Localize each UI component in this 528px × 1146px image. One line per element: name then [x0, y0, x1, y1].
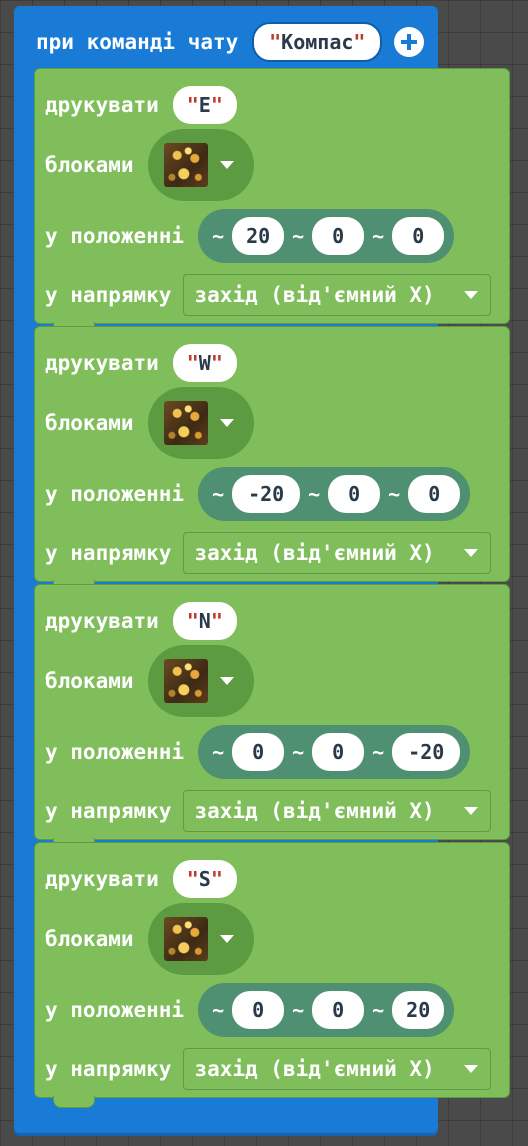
print-blocks-block[interactable]: друкувати " N " блоками у положенні ~ 0 ~ … — [34, 584, 510, 850]
direction-label: у напрямку — [45, 541, 172, 565]
position-y-input[interactable]: 0 — [312, 217, 365, 255]
direction-dropdown[interactable]: захід (від'ємний X) — [183, 1048, 492, 1090]
chevron-down-icon — [464, 807, 479, 815]
position-block[interactable]: ~ 0 ~ 0 ~ -20 — [198, 725, 471, 779]
print-text-value: E — [198, 93, 211, 117]
direction-dropdown[interactable]: захід (від'ємний X) — [183, 790, 492, 832]
direction-value: захід (від'ємний X) — [194, 799, 435, 823]
position-y-input[interactable]: 0 — [312, 733, 365, 771]
print-blocks-block[interactable]: друкувати " S " блоками у положенні ~ 0 ~ … — [34, 842, 510, 1108]
position-z-input[interactable]: 0 — [408, 475, 461, 513]
position-label: у положенні — [45, 740, 185, 764]
direction-label: у напрямку — [45, 799, 172, 823]
chevron-down-icon — [464, 291, 479, 299]
print-text-value: W — [198, 351, 211, 375]
chevron-down-icon — [219, 419, 234, 427]
blocks-label: блоками — [45, 669, 134, 693]
position-block[interactable]: ~ 0 ~ 0 ~ 20 — [198, 983, 455, 1037]
print-text-input[interactable]: " W " — [172, 344, 237, 382]
chevron-down-icon — [219, 935, 234, 943]
position-label: у положенні — [45, 224, 185, 248]
print-label: друкувати — [45, 867, 159, 891]
position-y-input[interactable]: 0 — [328, 475, 381, 513]
gold-ore-block-icon — [163, 917, 208, 961]
print-blocks-block[interactable]: друкувати " W " блоками у положенні ~ -20 … — [34, 326, 510, 592]
chevron-down-icon — [464, 1065, 479, 1073]
blocks-label: блоками — [45, 927, 134, 951]
position-x-input[interactable]: 0 — [232, 733, 285, 771]
chevron-down-icon — [219, 677, 234, 685]
print-text-value: N — [198, 609, 211, 633]
direction-dropdown[interactable]: захід (від'ємний X) — [183, 532, 492, 574]
chevron-down-icon — [464, 549, 479, 557]
event-header: при команді чату " Компас " — [36, 22, 425, 62]
command-name-input[interactable]: " Компас " — [252, 22, 383, 62]
direction-value: захід (від'ємний X) — [194, 541, 435, 565]
print-text-input[interactable]: " N " — [172, 602, 237, 640]
chevron-down-icon — [219, 161, 234, 169]
position-label: у положенні — [45, 998, 185, 1022]
position-x-input[interactable]: 0 — [232, 991, 285, 1029]
direction-label: у напрямку — [45, 283, 172, 307]
position-x-input[interactable]: 20 — [232, 217, 285, 255]
gold-ore-block-icon — [163, 401, 208, 445]
on-chat-command-label: при команді чату — [36, 30, 239, 54]
gold-ore-block-icon — [163, 143, 208, 187]
gold-ore-block-icon — [163, 659, 208, 703]
position-block[interactable]: ~ 20 ~ 0 ~ 0 — [198, 209, 455, 263]
plus-circle-icon[interactable] — [394, 27, 425, 57]
print-label: друкувати — [45, 351, 159, 375]
position-z-input[interactable]: 20 — [392, 991, 445, 1029]
command-name-value: Компас — [281, 30, 354, 54]
position-x-input[interactable]: -20 — [232, 475, 301, 513]
direction-value: захід (від'ємний X) — [194, 283, 435, 307]
block-type-dropdown[interactable] — [147, 903, 254, 975]
block-type-dropdown[interactable] — [147, 129, 254, 201]
print-text-input[interactable]: " E " — [172, 86, 237, 124]
print-label: друкувати — [45, 93, 159, 117]
blocks-label: блоками — [45, 153, 134, 177]
blocks-label: блоками — [45, 411, 134, 435]
print-label: друкувати — [45, 609, 159, 633]
position-z-input[interactable]: 0 — [392, 217, 445, 255]
block-type-dropdown[interactable] — [147, 645, 254, 717]
position-block[interactable]: ~ -20 ~ 0 ~ 0 — [198, 467, 471, 521]
position-z-input[interactable]: -20 — [392, 733, 461, 771]
print-blocks-block[interactable]: друкувати " E " блоками у положенні ~ 20 ~… — [34, 68, 510, 334]
position-label: у положенні — [45, 482, 185, 506]
direction-label: у напрямку — [45, 1057, 172, 1081]
block-type-dropdown[interactable] — [147, 387, 254, 459]
print-text-input[interactable]: " S " — [172, 860, 237, 898]
print-text-value: S — [198, 867, 211, 891]
direction-value: захід (від'ємний X) — [194, 1057, 435, 1081]
position-y-input[interactable]: 0 — [312, 991, 365, 1029]
direction-dropdown[interactable]: захід (від'ємний X) — [183, 274, 492, 316]
